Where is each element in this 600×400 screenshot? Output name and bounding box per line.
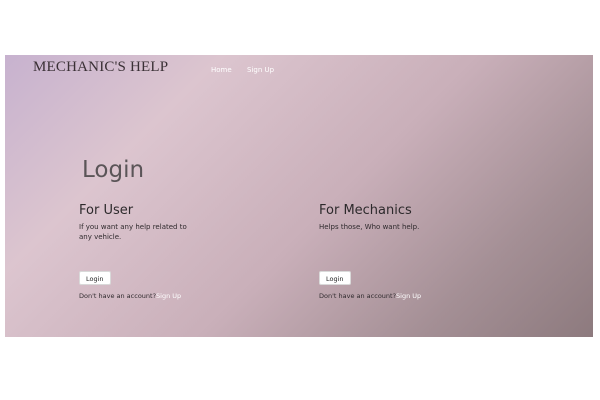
user-login-card: For User If you want any help related to… bbox=[79, 203, 279, 242]
user-login-button[interactable]: Login bbox=[79, 271, 111, 285]
user-card-description: If you want any help related to any vehi… bbox=[79, 223, 187, 241]
mechanic-card-description: Helps those, Who want help. bbox=[319, 223, 420, 231]
mechanic-account-prompt: Don't have an account?Sign Up bbox=[319, 292, 421, 300]
mechanic-login-button[interactable]: Login bbox=[319, 271, 351, 285]
mechanic-signup-link[interactable]: Sign Up bbox=[396, 292, 421, 300]
mechanic-login-card: For Mechanics Helps those, Who want help… bbox=[319, 203, 519, 232]
user-account-prompt: Don't have an account?Sign Up bbox=[79, 292, 181, 300]
mechanic-account-text: Don't have an account? bbox=[319, 292, 397, 300]
user-signup-link[interactable]: Sign Up bbox=[156, 292, 181, 300]
brand-logo[interactable]: MECHANIC'S HELP bbox=[33, 59, 168, 76]
page-title: Login bbox=[82, 157, 145, 184]
nav-signup-link[interactable]: Sign Up bbox=[247, 66, 274, 74]
page-panel: MECHANIC'S HELP Home Sign Up Login For U… bbox=[5, 55, 593, 337]
user-card-heading: For User bbox=[79, 203, 134, 218]
nav-home-link[interactable]: Home bbox=[211, 66, 232, 74]
user-account-text: Don't have an account? bbox=[79, 292, 157, 300]
mechanic-card-heading: For Mechanics bbox=[319, 203, 412, 218]
